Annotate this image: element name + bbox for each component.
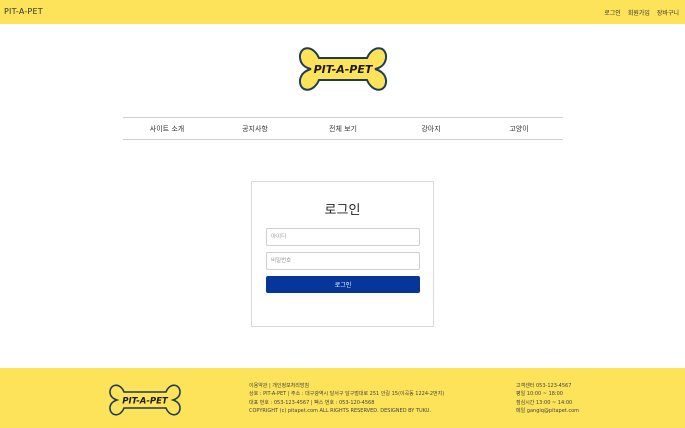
site-logo[interactable]: PIT-A-PET: [297, 40, 389, 98]
nav-item-dog[interactable]: 강아지: [387, 124, 475, 134]
login-card: 로그인 로그인: [251, 181, 434, 327]
login-title: 로그인: [324, 203, 361, 218]
password-input[interactable]: [266, 252, 420, 270]
nav-item-about[interactable]: 사이트 소개: [123, 124, 211, 134]
phone-fax-info: 대표 번호 : 053-123-4567 | 팩스 번호 : 053-120-4…: [249, 399, 375, 406]
top-bar: PIT-A-PET 로그인 회원가입 장바구니: [0, 0, 685, 24]
login-button[interactable]: 로그인: [266, 276, 420, 293]
footer-bone-logo-icon: PIT-A-PET: [109, 384, 181, 416]
brand-name[interactable]: PIT-A-PET: [4, 7, 43, 16]
footer-info: 이용약관 | 개인정보처리방침 상호 : PIT-A-PET | 주소 : 대구…: [249, 382, 444, 416]
id-input[interactable]: [266, 228, 420, 246]
policy-links[interactable]: 이용약관 | 개인정보처리방침: [249, 383, 309, 389]
footer-contact: 고객센터 053-123-4567 평일 10:00 ~ 18:00 점심시간 …: [516, 382, 579, 416]
main-nav: 사이트 소개 공지사항 전체 보기 강아지 고양이: [123, 117, 563, 140]
cs-center: 고객센터 053-123-4567: [516, 383, 572, 389]
email: 메일 gangiq@pitapet.com: [516, 408, 579, 415]
weekday-hours: 평일 10:00 ~ 18:00: [516, 391, 563, 398]
nav-item-all[interactable]: 전체 보기: [299, 124, 387, 134]
nav-item-notice[interactable]: 공지사항: [211, 124, 299, 134]
copyright-text: COPYRIGHT (c) pitapet.com ALL RIGHTS RES…: [249, 408, 432, 415]
footer: PIT-A-PET 이용약관 | 개인정보처리방침 상호 : PIT-A-PET…: [0, 368, 685, 428]
footer-logo-text: PIT-A-PET: [122, 397, 169, 407]
login-link[interactable]: 로그인: [604, 8, 621, 17]
cart-link[interactable]: 장바구니: [657, 8, 679, 17]
lunch-hours: 점심시간 13:00 ~ 14:00: [516, 399, 573, 406]
logo-text: PIT-A-PET: [314, 63, 374, 76]
footer-logo[interactable]: PIT-A-PET: [108, 380, 182, 420]
company-info: 상호 : PIT-A-PET | 주소 : 대구광역시 달서구 달구벌대로 25…: [249, 391, 445, 398]
bone-logo-icon: PIT-A-PET: [298, 47, 388, 91]
signup-link[interactable]: 회원가입: [628, 8, 650, 17]
top-links: 로그인 회원가입 장바구니: [604, 8, 679, 17]
nav-item-cat[interactable]: 고양이: [475, 124, 563, 134]
